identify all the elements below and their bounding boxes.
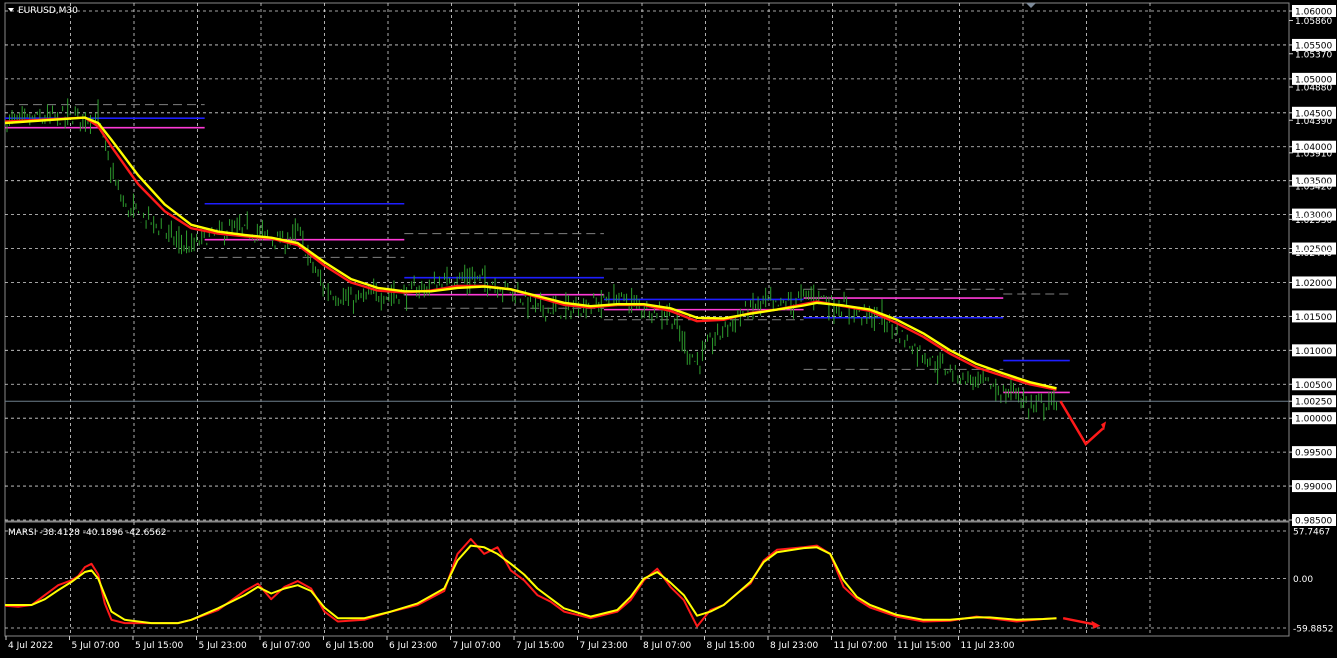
current-price-label: 1.00250 (1295, 398, 1332, 408)
price-tick-label: 1.05860 (1295, 17, 1332, 27)
time-tick-label: 8 Jul 15:00 (707, 641, 756, 651)
price-tick-label: 0.99000 (1295, 483, 1332, 493)
time-tick-label: 6 Jul 07:00 (262, 641, 311, 651)
time-tick-label: 11 Jul 15:00 (897, 641, 951, 651)
indicator-tick-label: 57.7467 (1293, 528, 1330, 538)
price-tick-label: 1.03420 (1295, 183, 1332, 193)
time-tick-label: 5 Jul 23:00 (199, 641, 248, 651)
time-tick-label: 5 Jul 07:00 (72, 641, 121, 651)
time-tick-label: 7 Jul 23:00 (580, 641, 629, 651)
price-tick-label: 1.04390 (1295, 117, 1332, 127)
price-tick-label: 1.01500 (1295, 313, 1332, 323)
time-tick-label: 8 Jul 07:00 (643, 641, 692, 651)
indicator-tick-label: 0.00 (1293, 575, 1313, 585)
price-tick-label: 0.98500 (1295, 517, 1332, 527)
indicator-label: MARSI -38.4128 -40.1896 -42.6562 (8, 528, 167, 538)
price-tick-label: 1.00500 (1295, 381, 1332, 391)
time-tick-label: 11 Jul 23:00 (961, 641, 1015, 651)
time-tick-label: 8 Jul 23:00 (770, 641, 819, 651)
price-tick-label: 1.05370 (1295, 50, 1332, 60)
time-tick-label: 6 Jul 23:00 (389, 641, 438, 651)
time-tick-label: 7 Jul 15:00 (516, 641, 565, 651)
chart-root: 1.060001.058601.055001.053701.050001.048… (0, 0, 1337, 658)
price-tick-label: 1.03910 (1295, 149, 1332, 159)
price-tick-label: 1.02930 (1295, 216, 1332, 226)
symbol-label: EURUSD,M30 (18, 6, 78, 16)
price-tick-label: 1.00000 (1295, 415, 1332, 425)
price-tick-label: 0.99500 (1295, 449, 1332, 459)
time-tick-label: 4 Jul 2022 (8, 641, 53, 651)
price-tick-label: 1.06000 (1295, 8, 1332, 18)
indicator-tick-label: -59.8852 (1293, 625, 1333, 635)
price-tick-label: 1.04880 (1295, 84, 1332, 94)
chart-background (0, 0, 1337, 658)
time-tick-label: 5 Jul 15:00 (135, 641, 184, 651)
price-tick-label: 1.01000 (1295, 347, 1332, 357)
chart-header[interactable]: EURUSD,M30 (8, 6, 78, 16)
time-tick-label: 6 Jul 15:00 (326, 641, 375, 651)
time-tick-label: 7 Jul 07:00 (453, 641, 502, 651)
time-tick-label: 11 Jul 07:00 (834, 641, 888, 651)
price-tick-label: 1.02000 (1295, 279, 1332, 289)
price-tick-label: 1.02440 (1295, 249, 1332, 259)
